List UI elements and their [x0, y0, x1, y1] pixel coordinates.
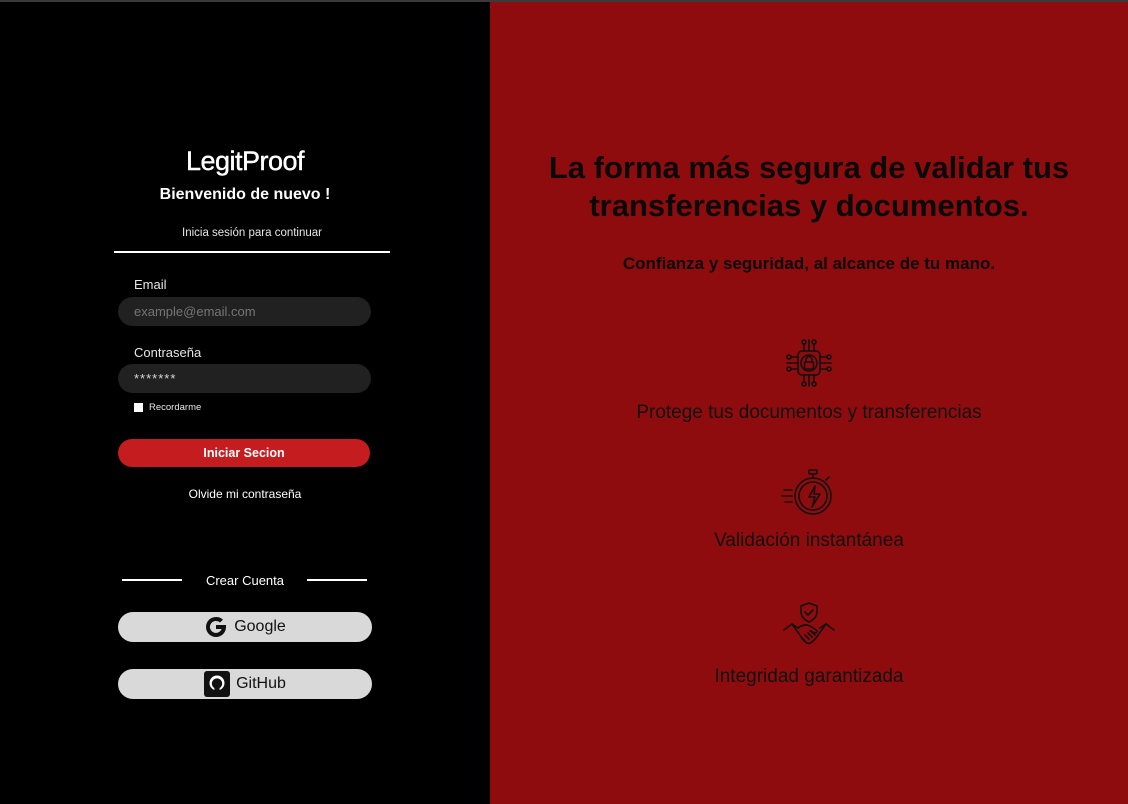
create-account-link[interactable]: Crear Cuenta [0, 573, 490, 588]
google-label: Google [234, 618, 286, 635]
login-button[interactable]: Iniciar Secion [118, 439, 370, 467]
welcome-heading: Bienvenido de nuevo ! [159, 186, 331, 203]
remember-label: Recordarme [149, 402, 202, 413]
github-icon [204, 671, 231, 697]
feature-text-protect: Protege tus documentos y transferencias [636, 402, 982, 423]
divider-right [307, 579, 367, 581]
remember-me[interactable]: Recordarme [134, 402, 201, 413]
brand-logo: LegitProof [185, 146, 305, 176]
github-button[interactable]: GitHub [118, 669, 372, 699]
stopwatch-bolt-icon [781, 469, 832, 515]
feature-text-instant: Validación instantánea [714, 530, 904, 551]
forgot-password-link[interactable]: Olvide mi contraseña [0, 487, 490, 501]
subtitle-underline [114, 251, 390, 253]
email-input[interactable] [118, 297, 371, 326]
login-subtitle: Inicia sesión para continuar [182, 227, 322, 239]
hero-tagline: Confianza y seguridad, al alcance de tu … [622, 254, 996, 273]
remember-checkbox[interactable] [134, 403, 143, 412]
password-label: Contraseña [134, 345, 202, 360]
feature-text-integrity: Integridad garantizada [714, 666, 904, 687]
circuit-lock-icon [786, 339, 832, 387]
google-icon [204, 615, 228, 639]
hero-headline: La forma más segura de validar tus trans… [490, 149, 1128, 225]
google-button[interactable]: Google [118, 612, 372, 642]
hero-headline-line-2: transferencias y documentos. [589, 188, 1029, 223]
hero-panel: La forma más segura de validar tus trans… [490, 2, 1128, 804]
email-label: Email [134, 277, 167, 292]
password-input[interactable] [118, 364, 371, 393]
login-panel: LegitProof Bienvenido de nuevo ! Inicia … [0, 2, 490, 804]
handshake-shield-icon [783, 602, 835, 645]
hero-headline-line-1: La forma más segura de validar tus [548, 150, 1070, 185]
github-label: GitHub [236, 675, 286, 692]
